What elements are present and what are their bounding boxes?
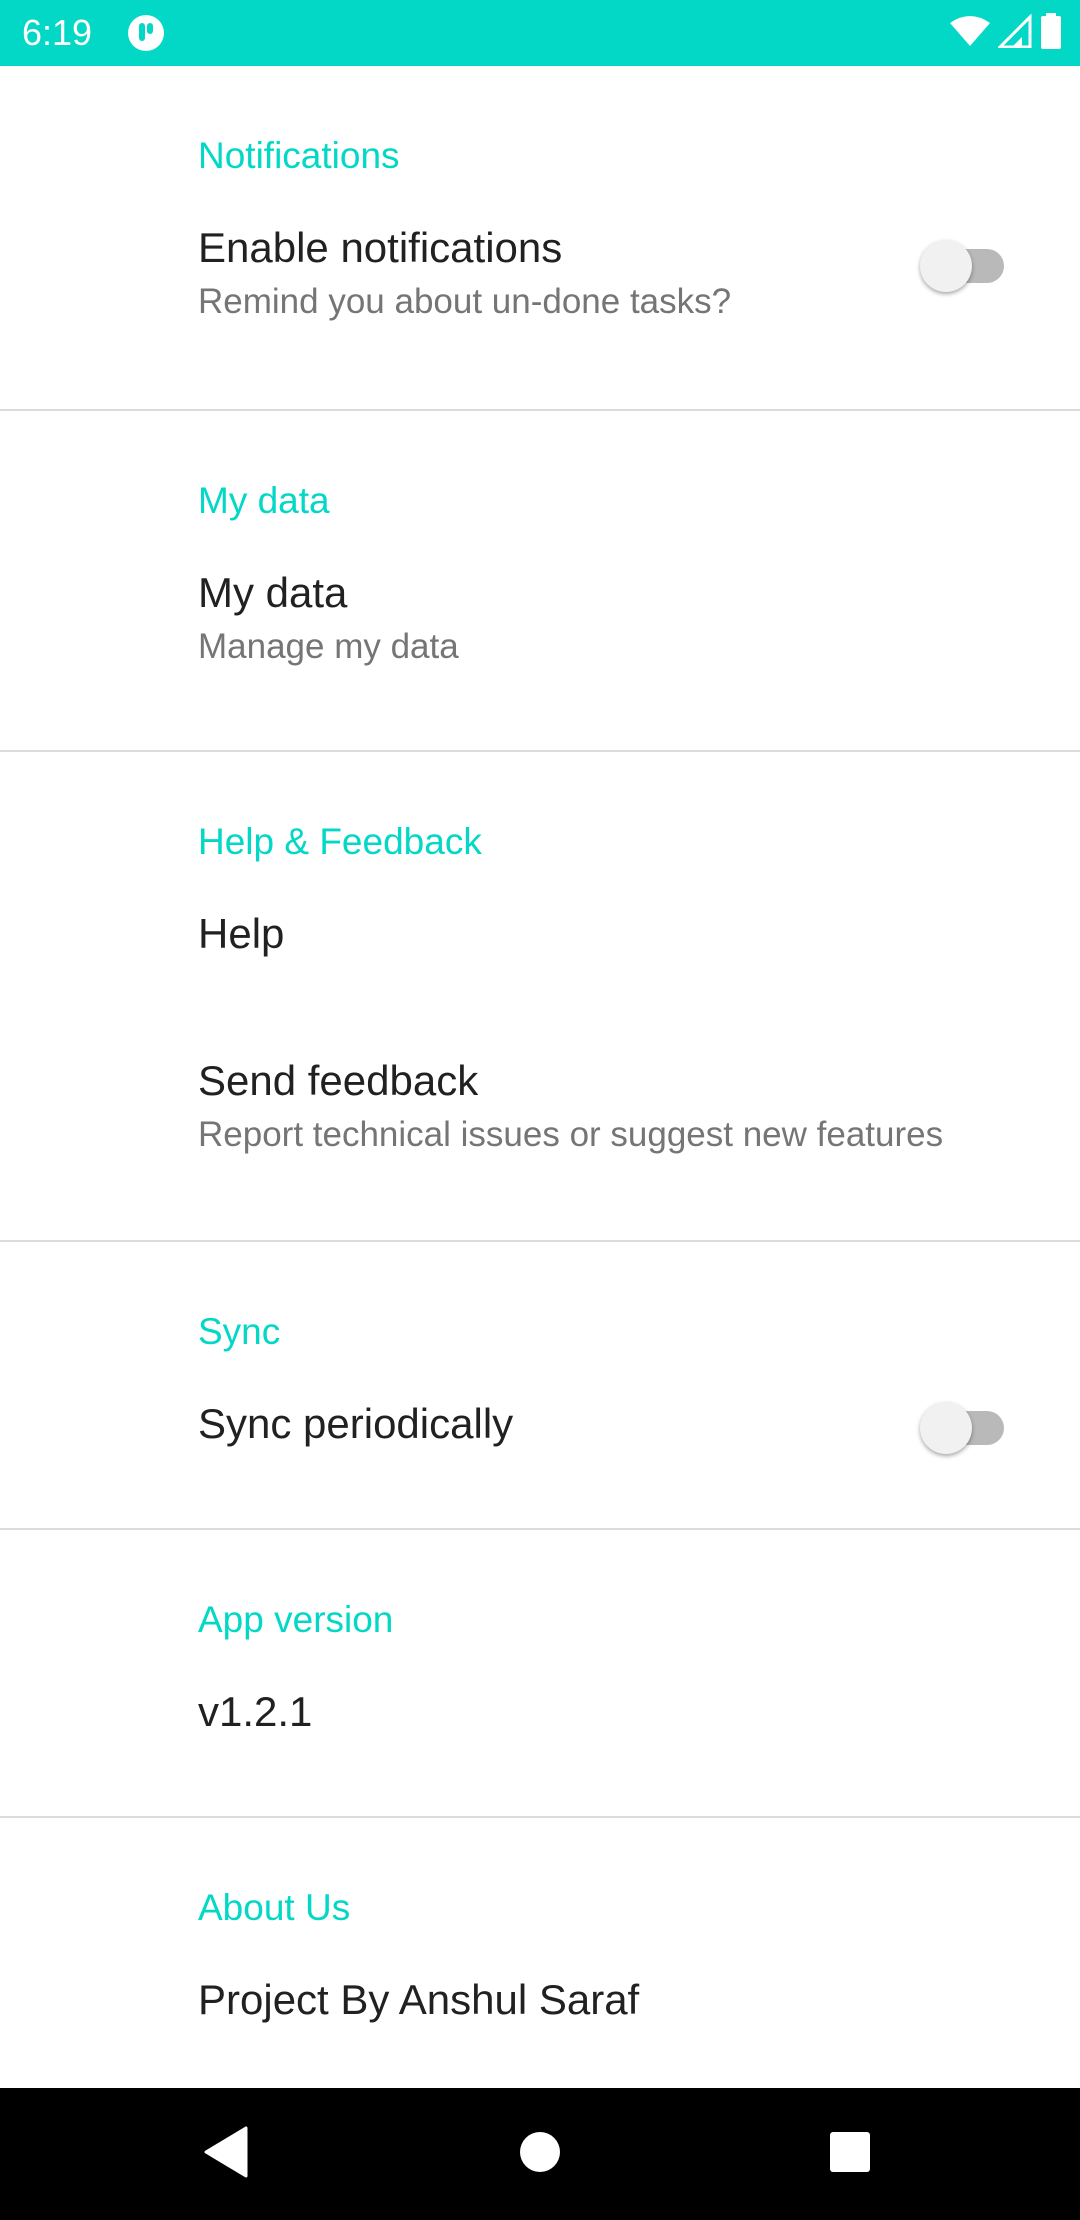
pref-summary: Report technical issues or suggest new f… <box>198 1115 944 1154</box>
section-header-help-feedback: Help & Feedback <box>198 821 482 862</box>
cellular-signal-icon <box>996 12 1032 53</box>
section-my-data: My data My data Manage my data <box>0 411 1080 752</box>
section-header-about-us: About Us <box>198 1887 351 1928</box>
section-help-feedback: Help & Feedback Help Send feedback Repor… <box>0 752 1080 1242</box>
section-sync: Sync Sync periodically <box>0 1242 1080 1530</box>
pref-title: Send feedback <box>198 1057 479 1104</box>
pref-title: My data <box>198 569 348 616</box>
wifi-icon <box>950 15 990 52</box>
pref-about-us[interactable]: Project By Anshul Saraf <box>0 1938 1080 2088</box>
pref-title: Help <box>198 910 285 957</box>
navigation-bar <box>0 2088 1080 2220</box>
status-bar: 6:19 <box>0 0 1080 66</box>
toggle-thumb <box>920 240 972 292</box>
section-about-us: About Us Project By Anshul Saraf <box>0 1818 1080 2088</box>
status-time: 6:19 <box>22 12 93 53</box>
pref-title: v1.2.1 <box>198 1688 313 1735</box>
back-button[interactable] <box>186 2114 266 2194</box>
notifications-toggle[interactable] <box>920 234 1006 292</box>
section-notifications: Notifications Enable notifications Remin… <box>0 66 1080 411</box>
home-icon <box>519 2131 561 2178</box>
recents-button[interactable] <box>810 2114 890 2194</box>
toggle-thumb <box>920 1402 972 1454</box>
battery-icon <box>1040 12 1062 54</box>
pref-my-data[interactable]: My data Manage my data <box>0 531 1080 750</box>
settings-list: Notifications Enable notifications Remin… <box>0 66 1080 2088</box>
pref-help[interactable]: Help <box>0 872 1080 1019</box>
app-notification-icon <box>127 14 165 52</box>
sync-toggle[interactable] <box>920 1396 1006 1454</box>
status-icons <box>950 12 1062 54</box>
pref-enable-notifications[interactable]: Enable notifications Remind you about un… <box>0 186 1080 409</box>
pref-sync-periodically[interactable]: Sync periodically <box>0 1362 1080 1528</box>
home-button[interactable] <box>500 2114 580 2194</box>
recents-icon <box>829 2131 871 2178</box>
section-header-app-version: App version <box>198 1599 394 1640</box>
pref-app-version[interactable]: v1.2.1 <box>0 1650 1080 1816</box>
pref-send-feedback[interactable]: Send feedback Report technical issues or… <box>0 1019 1080 1240</box>
section-header-sync: Sync <box>198 1311 281 1352</box>
section-app-version: App version v1.2.1 <box>0 1530 1080 1818</box>
pref-summary: Manage my data <box>198 627 459 666</box>
pref-title: Project By Anshul Saraf <box>198 1976 640 2023</box>
section-header-notifications: Notifications <box>198 135 400 176</box>
back-icon <box>202 2126 250 2183</box>
section-header-my-data: My data <box>198 480 330 521</box>
